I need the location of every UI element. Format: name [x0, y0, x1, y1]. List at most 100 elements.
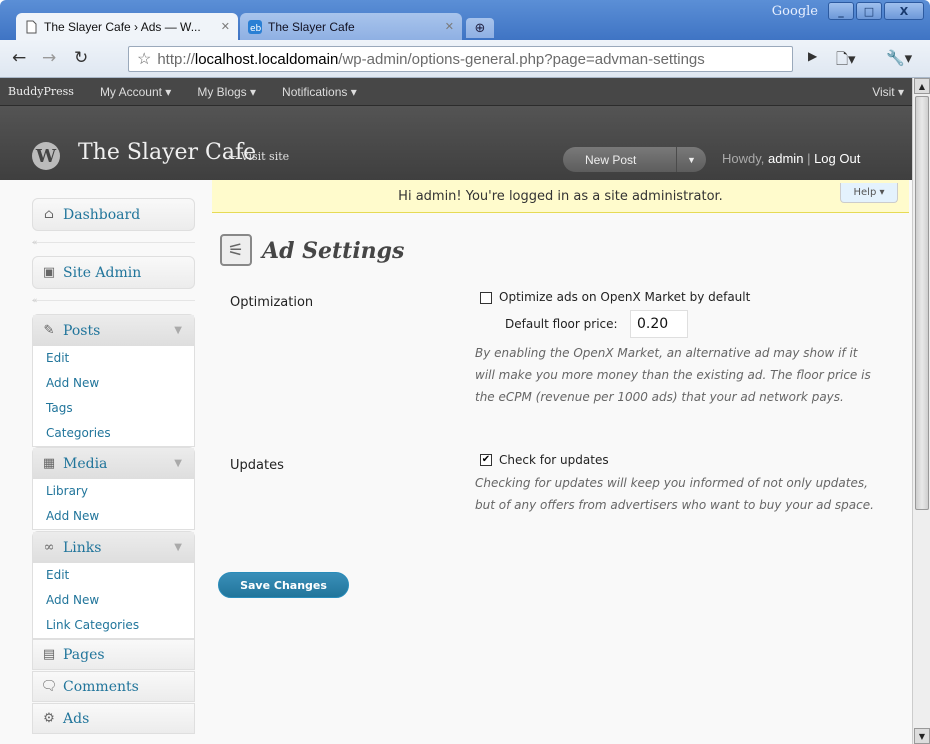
wrench-icon[interactable]: 🔧▾	[886, 49, 912, 67]
links-submenu: Edit Add New Link Categories	[33, 563, 194, 638]
tab-inactive[interactable]: eb The Slayer Cafe ✕	[240, 13, 462, 40]
pushpin-icon: ✎	[43, 323, 55, 338]
admin-notice: Hi admin! You're logged in as a site adm…	[212, 180, 909, 213]
sidebar-item-label: Posts	[63, 322, 101, 339]
sidebar-menu-posts: ✎ Posts ▼ Edit Add New Tags Categories	[32, 314, 195, 447]
url-protocol: http://	[157, 50, 195, 68]
scroll-up-arrow-icon[interactable]: ▲	[914, 78, 930, 94]
page-title: Ad Settings	[262, 238, 405, 264]
sidebar-item-ads[interactable]: ⚙ Ads	[32, 703, 195, 734]
bp-my-blogs[interactable]: My Blogs ▾	[197, 85, 256, 99]
new-post-label: New Post	[585, 152, 637, 167]
sidebar-item-site-admin[interactable]: ▣ Site Admin	[32, 256, 195, 289]
sidebar-item-label: Links	[63, 539, 102, 556]
browser-titlebar: The Slayer Cafe › Ads — W... ✕ eb The Sl…	[0, 0, 930, 40]
check-updates-checkbox[interactable]: ✔	[480, 454, 492, 466]
visit-site-link[interactable]: ← Visit site	[228, 150, 289, 163]
play-icon[interactable]: ▶	[808, 49, 817, 63]
floor-price-label: Default floor price:	[505, 317, 618, 331]
link-icon: ∞	[43, 540, 55, 555]
sidebar-item-posts[interactable]: ✎ Posts ▼	[33, 315, 194, 346]
sidebar-item-label: Pages	[63, 646, 105, 663]
minimize-button[interactable]: _	[828, 2, 854, 20]
menu-separator[interactable]: «	[32, 296, 195, 306]
pages-icon: ▤	[42, 647, 56, 662]
optimize-openx-label: Optimize ads on OpenX Market by default	[499, 290, 751, 304]
submenu-posts-categories[interactable]: Categories	[33, 421, 194, 446]
back-arrow-icon[interactable]: ←	[12, 48, 26, 68]
sidebar-item-label: Media	[63, 455, 108, 472]
help-button[interactable]: Help ▾	[840, 183, 898, 203]
sidebar-item-label: Site Admin	[63, 264, 142, 281]
updates-description: Checking for updates will keep you infor…	[475, 476, 874, 512]
sidebar-item-media[interactable]: ▦ Media ▼	[33, 448, 194, 479]
document-icon	[26, 20, 37, 33]
media-submenu: Library Add New	[33, 479, 194, 529]
admin-sidebar: ⌂ Dashboard « ▣ Site Admin « ✎ Posts ▼ E…	[0, 180, 212, 744]
browser-brand: Google	[771, 3, 818, 19]
header-separator: |	[807, 151, 811, 166]
tab-active[interactable]: The Slayer Cafe › Ads — W... ✕	[16, 13, 238, 40]
close-window-button[interactable]: X	[884, 2, 924, 20]
sidebar-item-dashboard[interactable]: ⌂ Dashboard	[32, 198, 195, 231]
updates-label: Updates	[230, 458, 284, 473]
scrollbar-thumb[interactable]	[915, 96, 929, 510]
optimize-openx-checkbox[interactable]	[480, 292, 492, 304]
media-icon: ▦	[42, 456, 56, 471]
address-bar[interactable]: ☆ http://localhost.localdomain/wp-admin/…	[128, 46, 793, 72]
submenu-posts-add-new[interactable]: Add New	[33, 371, 194, 396]
submenu-posts-tags[interactable]: Tags	[33, 396, 194, 421]
chevron-down-icon[interactable]: ▼	[174, 542, 182, 553]
submenu-links-categories[interactable]: Link Categories	[33, 613, 194, 638]
howdy-area: Howdy, admin | Log Out	[722, 151, 860, 166]
svg-text:eb: eb	[250, 24, 262, 34]
submenu-posts-edit[interactable]: Edit	[33, 346, 194, 371]
browser-toolbar: ← → ↻ ☆ http://localhost.localdomain/wp-…	[0, 40, 930, 78]
home-icon: ⌂	[44, 207, 54, 222]
submenu-media-add-new[interactable]: Add New	[33, 504, 194, 529]
optimization-label: Optimization	[230, 295, 314, 310]
page-menu-icon[interactable]: 🗋▾	[836, 49, 856, 74]
new-tab-button[interactable]: ⊕	[466, 18, 494, 38]
buddypress-logo[interactable]: BuddyPress	[8, 85, 74, 98]
menu-separator[interactable]: «	[32, 238, 195, 248]
bp-my-account[interactable]: My Account ▾	[100, 85, 171, 99]
bookmark-star-icon[interactable]: ☆	[137, 49, 151, 69]
scroll-down-arrow-icon[interactable]: ▼	[914, 728, 930, 744]
submenu-media-library[interactable]: Library	[33, 479, 194, 504]
logout-link[interactable]: Log Out	[814, 151, 860, 166]
floor-price-input[interactable]	[630, 310, 688, 338]
sidebar-item-label: Ads	[63, 710, 90, 727]
username-link[interactable]: admin	[768, 151, 803, 166]
reload-icon[interactable]: ↻	[74, 48, 88, 68]
forward-arrow-icon[interactable]: →	[42, 48, 56, 68]
notice-text: Hi admin! You're logged in as a site adm…	[398, 189, 723, 204]
sidebar-menu-media: ▦ Media ▼ Library Add New	[32, 447, 195, 530]
wp-header: W The Slayer Cafe ← Visit site New Post …	[0, 106, 912, 180]
posts-submenu: Edit Add New Tags Categories	[33, 346, 194, 446]
sidebar-item-links[interactable]: ∞ Links ▼	[33, 532, 194, 563]
buddypress-bar: BuddyPress My Account ▾ My Blogs ▾ Notif…	[0, 78, 912, 106]
sidebar-item-comments[interactable]: 🗨 Comments	[32, 671, 195, 702]
new-post-button[interactable]: New Post ▼	[563, 147, 706, 172]
window-controls: Google _ □ X	[772, 2, 924, 20]
maximize-button[interactable]: □	[856, 2, 882, 20]
favorite-actions-dropdown-icon[interactable]: ▼	[676, 147, 706, 172]
check-updates-label: Check for updates	[499, 453, 609, 467]
submenu-links-edit[interactable]: Edit	[33, 563, 194, 588]
settings-page-icon: ⚟	[220, 234, 252, 266]
site-favicon-icon: eb	[248, 19, 262, 34]
chevron-down-icon[interactable]: ▼	[174, 325, 182, 336]
submenu-links-add-new[interactable]: Add New	[33, 588, 194, 613]
sidebar-item-pages[interactable]: ▤ Pages	[32, 639, 195, 670]
site-admin-icon: ▣	[42, 265, 56, 280]
chevron-down-icon[interactable]: ▼	[174, 458, 182, 469]
tab-close-icon[interactable]: ✕	[221, 20, 230, 33]
save-changes-button[interactable]: Save Changes	[218, 572, 349, 598]
bp-notifications[interactable]: Notifications ▾	[282, 85, 357, 99]
bp-visit[interactable]: Visit ▾	[872, 85, 904, 99]
vertical-scrollbar[interactable]: ▲ ▼	[912, 78, 930, 744]
wordpress-logo-icon: W	[32, 142, 60, 170]
tab-close-icon[interactable]: ✕	[445, 20, 454, 33]
comment-bubble-icon: 🗨	[40, 679, 58, 694]
